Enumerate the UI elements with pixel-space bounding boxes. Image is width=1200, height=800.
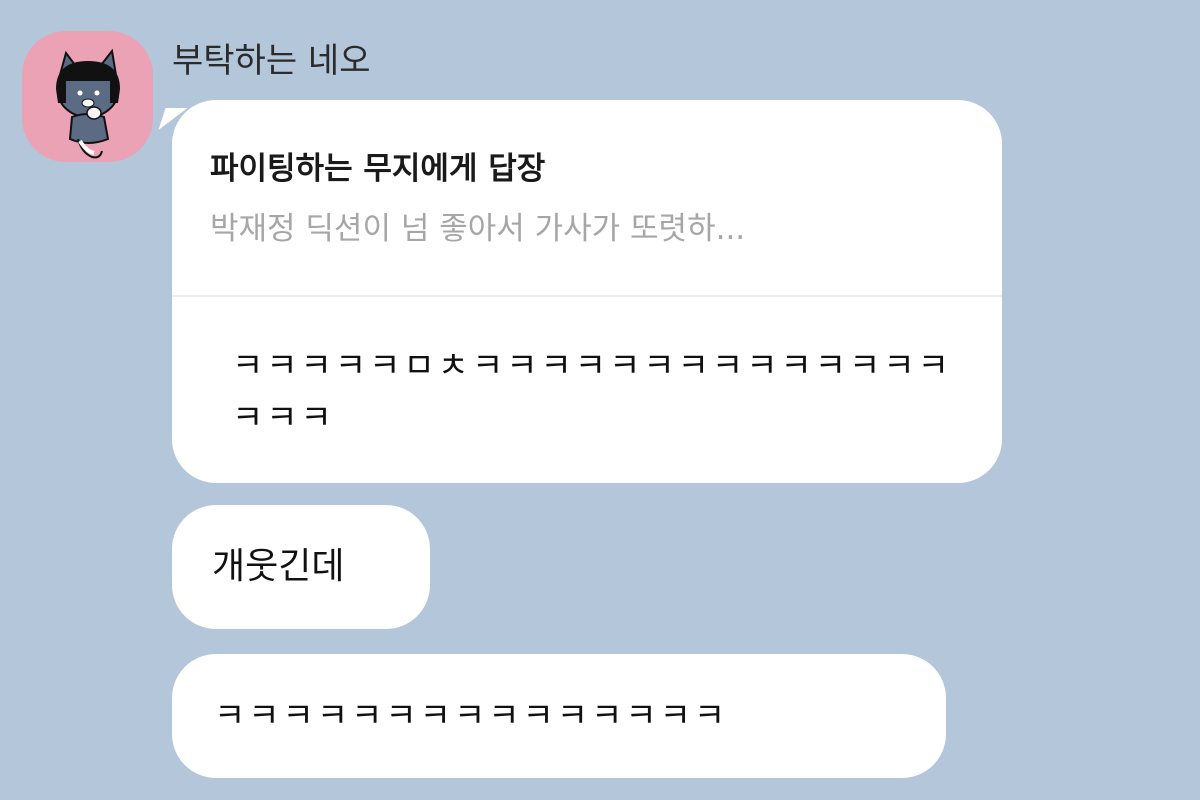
chat-room: 부탁하는 네오 파이팅하는 무지에게 답장 박재정 딕션이 넘 좋아서 가사가 …: [0, 0, 1200, 800]
reply-divider: [172, 295, 1002, 297]
profile-avatar[interactable]: [22, 31, 153, 162]
reply-message-bubble[interactable]: 파이팅하는 무지에게 답장 박재정 딕션이 넘 좋아서 가사가 또렷하... ㅋ…: [172, 100, 1002, 483]
reply-target-preview[interactable]: 박재정 딕션이 넘 좋아서 가사가 또렷하...: [210, 208, 745, 250]
message-bubble[interactable]: ㅋㅋㅋㅋㅋㅋㅋㅋㅋㅋㅋㅋㅋㅋㅋ: [172, 654, 946, 778]
neo-character-avatar-icon: [56, 48, 120, 159]
reply-target-title[interactable]: 파이팅하는 무지에게 답장: [210, 148, 545, 190]
message-text: 개웃긴데: [212, 546, 345, 587]
message-text: ㅋㅋㅋㅋㅋㅋㅋㅋㅋㅋㅋㅋㅋㅋㅋ: [214, 696, 729, 736]
message-bubble[interactable]: 개웃긴데: [172, 505, 430, 629]
message-text: ㅋㅋㅋㅋㅋㅁㅊㅋㅋㅋㅋㅋㅋㅋㅋㅋㅋㅋㅋㅋㅋㅋㅋㅋ: [232, 346, 952, 438]
sender-name: 부탁하는 네오: [172, 41, 371, 81]
